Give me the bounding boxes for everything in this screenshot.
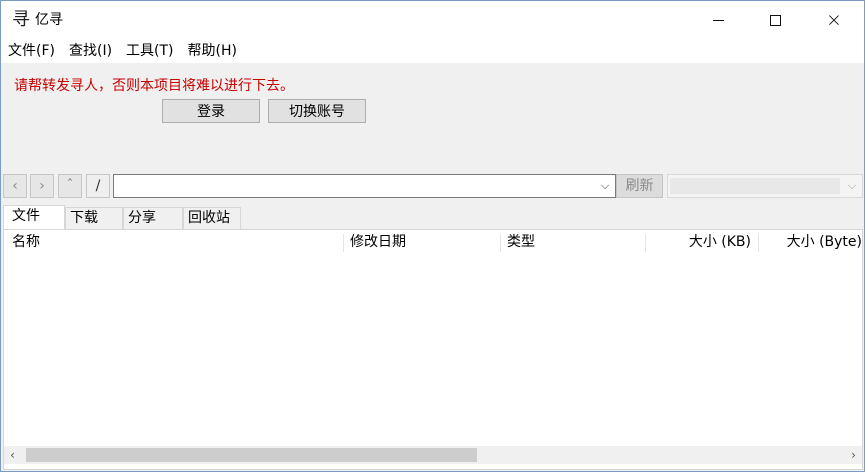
tab-recycle-bin[interactable]: 回收站 bbox=[183, 207, 241, 229]
tab-strip: 下载 分享 回收站 文件 bbox=[1, 205, 864, 230]
tab-files[interactable]: 文件 bbox=[3, 205, 65, 230]
slash-icon: / bbox=[95, 178, 101, 194]
chevron-down-icon[interactable]: ⌵ bbox=[598, 178, 612, 194]
column-header-size-kb[interactable]: 大小 (KB) bbox=[646, 230, 759, 255]
root-button[interactable]: / bbox=[86, 174, 110, 198]
column-header-name[interactable]: 名称 bbox=[6, 230, 344, 255]
secondary-combobox[interactable]: ⌵ bbox=[667, 174, 863, 198]
menu-bar: 文件(F) 查找(I) 工具(T) 帮助(H) bbox=[1, 39, 864, 63]
tab-share[interactable]: 分享 bbox=[123, 207, 183, 229]
chevron-left-icon: ‹ bbox=[12, 178, 18, 194]
title-bar[interactable]: 寻 亿寻 × bbox=[1, 1, 864, 39]
back-button[interactable]: ‹ bbox=[3, 174, 27, 198]
column-header-modified[interactable]: 修改日期 bbox=[344, 230, 501, 255]
menu-tools[interactable]: 工具(T) bbox=[119, 39, 180, 63]
window-title: 亿寻 bbox=[35, 12, 63, 28]
notice-text: 请帮转发寻人，否则本项目将难以进行下去。 bbox=[14, 78, 294, 94]
menu-help[interactable]: 帮助(H) bbox=[181, 39, 244, 63]
menu-find[interactable]: 查找(I) bbox=[62, 39, 119, 63]
chevron-up-icon: ˆ bbox=[66, 178, 74, 194]
maximize-button[interactable] bbox=[752, 1, 798, 39]
up-button[interactable]: ˆ bbox=[58, 174, 82, 198]
refresh-button[interactable]: 刷新 bbox=[616, 174, 663, 198]
column-header-size-byte[interactable]: 大小 (Byte) bbox=[759, 230, 862, 255]
chevron-right-icon: › bbox=[39, 178, 45, 194]
list-header: 名称 修改日期 类型 大小 (KB) 大小 (Byte) bbox=[4, 230, 862, 255]
login-button[interactable]: 登录 bbox=[162, 99, 260, 123]
close-button[interactable]: × bbox=[811, 1, 857, 39]
menu-file[interactable]: 文件(F) bbox=[1, 39, 62, 63]
column-header-type[interactable]: 类型 bbox=[501, 230, 646, 255]
horizontal-scrollbar[interactable]: ‹ › bbox=[4, 446, 862, 464]
minimize-button[interactable] bbox=[695, 1, 741, 39]
forward-button[interactable]: › bbox=[30, 174, 54, 198]
maximize-icon bbox=[769, 14, 781, 26]
path-combobox[interactable]: ⌵ bbox=[113, 174, 616, 198]
file-list[interactable]: 名称 修改日期 类型 大小 (KB) 大小 (Byte) ‹ › bbox=[3, 229, 863, 470]
path-input[interactable] bbox=[114, 175, 594, 197]
tab-download[interactable]: 下载 bbox=[65, 207, 123, 229]
navigation-bar: ‹ › ˆ / ⌵ 刷新 ⌵ bbox=[1, 173, 864, 199]
switch-account-button[interactable]: 切换账号 bbox=[268, 99, 366, 123]
chevron-down-icon[interactable]: ⌵ bbox=[845, 178, 859, 194]
close-icon: × bbox=[826, 8, 842, 31]
scrollbar-thumb[interactable] bbox=[26, 448, 477, 462]
message-area: 请帮转发寻人，否则本项目将难以进行下去。 登录 切换账号 bbox=[1, 63, 864, 173]
app-calligraphy-icon: 寻 bbox=[12, 9, 30, 30]
minimize-icon bbox=[712, 19, 724, 21]
scroll-left-icon[interactable]: ‹ bbox=[4, 446, 21, 464]
scroll-right-icon[interactable]: › bbox=[845, 446, 862, 464]
main-window: 寻 亿寻 × 文件(F) 查找(I) 工具(T) 帮助(H) 请帮转发寻人，否则… bbox=[0, 0, 865, 472]
secondary-combobox-field bbox=[670, 178, 840, 194]
